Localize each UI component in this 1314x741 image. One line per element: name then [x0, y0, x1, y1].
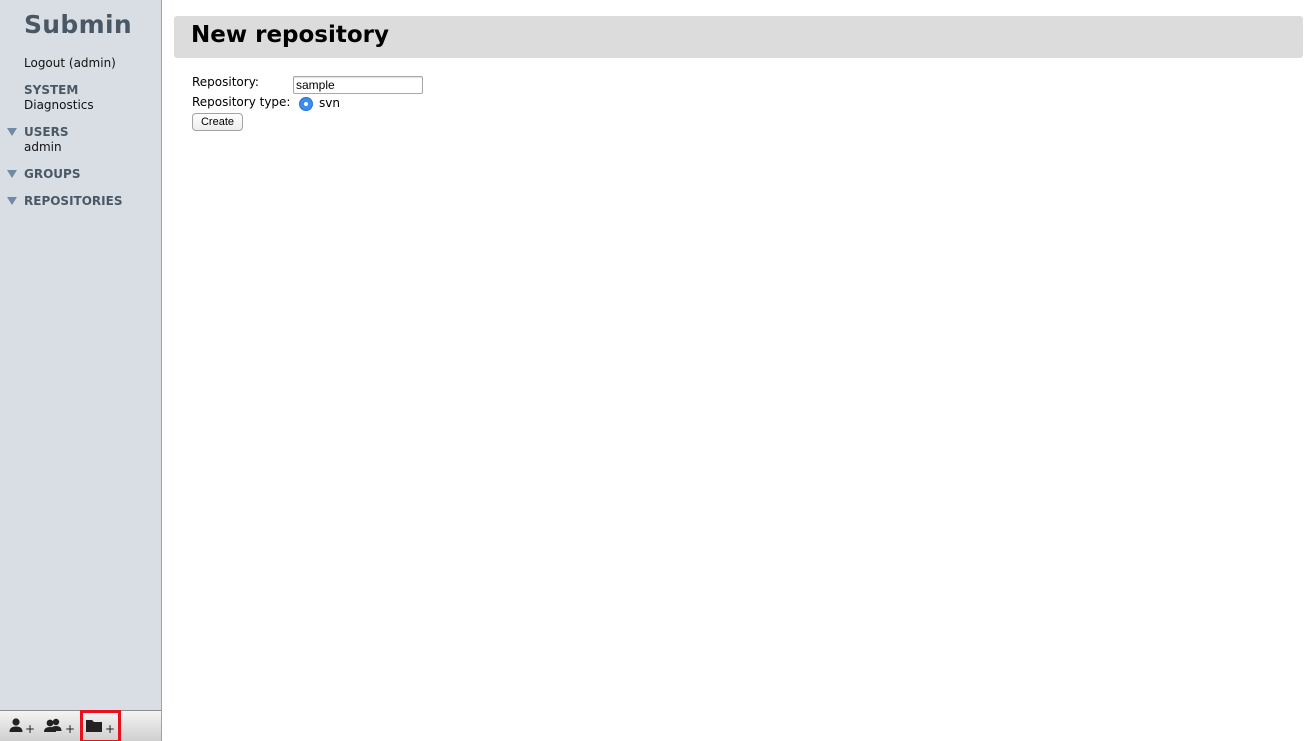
sidebar-section-users: USERS admin	[0, 125, 160, 154]
page-header: New repository	[174, 16, 1303, 58]
page-title: New repository	[191, 22, 390, 48]
add-group-icon: +	[44, 718, 75, 736]
sidebar-section-label: USERS	[24, 125, 69, 139]
add-repository-icon: +	[86, 720, 115, 736]
create-button[interactable]: Create	[192, 113, 243, 131]
repository-label: Repository:	[192, 75, 259, 89]
svn-radio-label[interactable]: svn	[319, 96, 340, 110]
sidebar: Submin Logout (admin) SYSTEM Diagnostics…	[0, 0, 162, 741]
bottom-toolbar: + + +	[0, 710, 161, 741]
main-content: New repository Repository: Repository ty…	[162, 0, 1314, 741]
sidebar-section-system-header: SYSTEM	[0, 83, 160, 98]
add-repository-button[interactable]: +	[80, 710, 121, 741]
plus-sign: +	[65, 722, 75, 736]
logout-link[interactable]: Logout (admin)	[24, 56, 116, 70]
sidebar-section-users-header[interactable]: USERS	[0, 125, 160, 140]
expand-triangle-icon[interactable]	[7, 170, 17, 178]
sidebar-item-diagnostics[interactable]: Diagnostics	[24, 98, 160, 112]
plus-sign: +	[25, 722, 35, 736]
repository-type-label: Repository type:	[192, 95, 291, 109]
add-user-button[interactable]: +	[8, 715, 36, 739]
expand-triangle-icon[interactable]	[7, 128, 17, 136]
app-title: Submin	[24, 10, 132, 39]
sidebar-section-repositories: REPOSITORIES	[0, 194, 160, 209]
repository-name-input[interactable]	[293, 76, 423, 94]
sidebar-section-repositories-header[interactable]: REPOSITORIES	[0, 194, 160, 209]
sidebar-section-label: REPOSITORIES	[24, 194, 123, 208]
sidebar-item-user-admin[interactable]: admin	[24, 140, 160, 154]
svn-radio[interactable]	[299, 97, 313, 111]
plus-sign: +	[105, 722, 115, 736]
sidebar-section-label: GROUPS	[24, 167, 81, 181]
expand-triangle-icon[interactable]	[7, 197, 17, 205]
add-user-icon: +	[9, 718, 35, 736]
add-group-button[interactable]: +	[43, 715, 77, 739]
sidebar-section-label: SYSTEM	[24, 83, 79, 97]
sidebar-section-system: SYSTEM Diagnostics	[0, 83, 160, 112]
sidebar-section-groups-header[interactable]: GROUPS	[0, 167, 160, 182]
sidebar-section-groups: GROUPS	[0, 167, 160, 182]
